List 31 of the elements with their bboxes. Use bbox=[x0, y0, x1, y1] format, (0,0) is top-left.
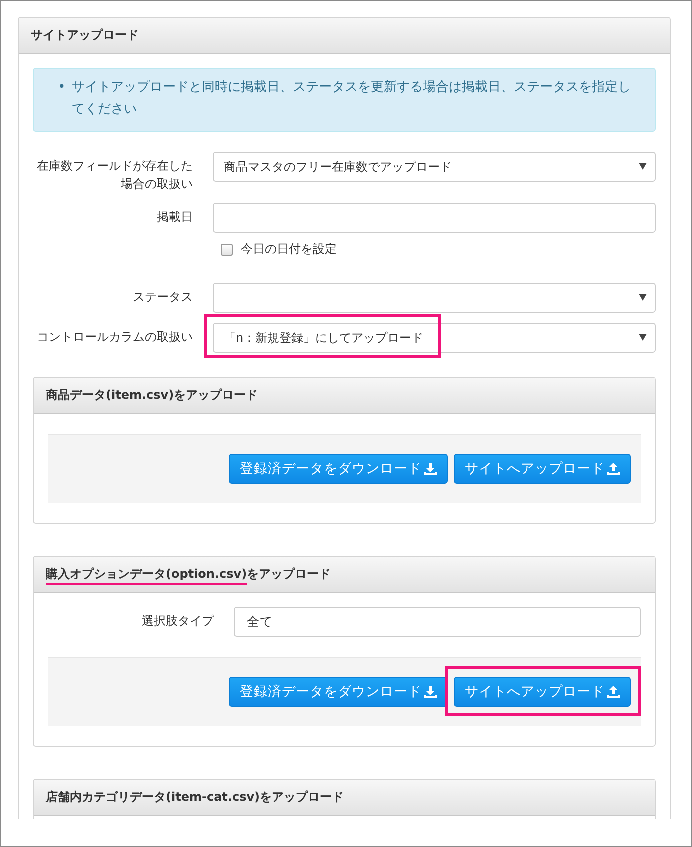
download-icon bbox=[424, 686, 437, 698]
caret-icon bbox=[639, 163, 647, 170]
download-button[interactable]: 登録済データをダウンロード bbox=[229, 454, 448, 484]
checkbox[interactable] bbox=[221, 244, 233, 256]
bullet: • bbox=[58, 79, 67, 97]
field-label: コントロールカラムの取扱い bbox=[36, 329, 193, 346]
field-label: ステータス bbox=[132, 289, 193, 306]
select-field[interactable] bbox=[213, 283, 656, 313]
checkbox-label: 今日の日付を設定 bbox=[241, 241, 337, 258]
notice-text: サイトアップロードと同時に掲載日、ステータスを更新する場合は掲載日、ステータスを指定してください bbox=[72, 79, 632, 119]
select-value: 商品マスタのフリー在庫数でアップロード bbox=[224, 158, 452, 176]
upload-icon bbox=[607, 686, 620, 698]
caret-icon bbox=[639, 294, 647, 301]
section-title: 購入オプションデータ(option.csv)をアップロード bbox=[46, 566, 332, 583]
panel-title: サイトアップロード bbox=[31, 27, 139, 44]
field-label: 掲載日 bbox=[156, 209, 193, 226]
upload-icon bbox=[607, 463, 620, 475]
download-icon bbox=[424, 463, 437, 475]
upload-button[interactable]: サイトへアップロード bbox=[454, 454, 631, 484]
select-field[interactable]: 「n：新規登録」にしてアップロード bbox=[213, 323, 656, 353]
field-label: 選択肢タイプ bbox=[141, 613, 214, 630]
section-title: 店舗内カテゴリデータ(item-cat.csv)をアップロード bbox=[46, 789, 344, 806]
select-field[interactable]: 商品マスタのフリー在庫数でアップロード bbox=[213, 152, 656, 182]
section-title: 商品データ(item.csv)をアップロード bbox=[46, 387, 258, 404]
download-button[interactable]: 登録済データをダウンロード bbox=[229, 677, 448, 707]
date-field[interactable] bbox=[213, 203, 656, 233]
caret-icon bbox=[639, 334, 647, 341]
select-value: 「n：新規登録」にしてアップロード bbox=[224, 330, 424, 346]
upload-button[interactable]: サイトへアップロード bbox=[454, 677, 631, 707]
field-label: 在庫数フィールドが存在した場合の取扱い bbox=[36, 158, 193, 193]
text-field[interactable]: 全て bbox=[234, 607, 641, 637]
